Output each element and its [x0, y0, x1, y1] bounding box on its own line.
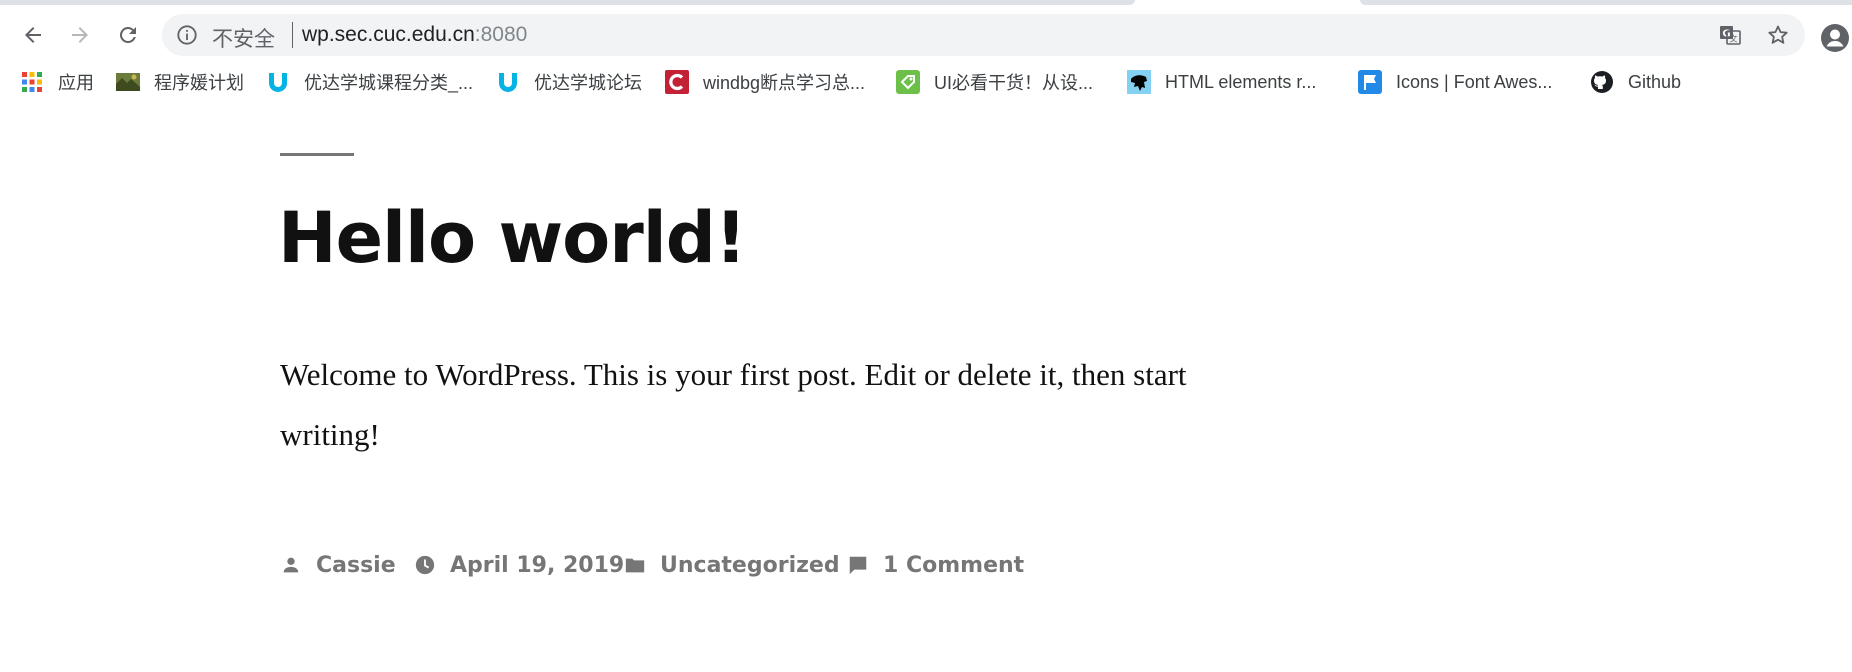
bookmark-label: Github	[1628, 71, 1682, 92]
address-bar[interactable]: 不安全 wp.sec.cuc.edu.cn:8080 G文	[162, 14, 1805, 56]
forward-button[interactable]	[62, 17, 98, 53]
post-date-link[interactable]: April 19, 2019	[414, 548, 624, 582]
bookmark-item[interactable]: Icons | Font Awes...	[1358, 66, 1552, 98]
omnibox-divider	[292, 22, 293, 48]
bookmark-item[interactable]: 优达学城课程分类_...	[266, 66, 473, 98]
bookmark-label: 优达学城论坛	[534, 73, 642, 93]
clock-icon	[415, 555, 435, 575]
bookmark-item[interactable]: 程序媛计划	[116, 66, 244, 98]
post-author-link[interactable]: Cassie	[280, 548, 396, 582]
post-category-link[interactable]: Uncategorized	[624, 548, 840, 582]
translate-icon[interactable]: G文	[1718, 23, 1742, 47]
post-comments: 1 Comment	[883, 552, 1025, 578]
arrow-right-icon	[72, 27, 88, 43]
post-author: Cassie	[316, 552, 396, 578]
browser-toolbar: 不安全 wp.sec.cuc.edu.cn:8080 G文	[0, 5, 1852, 62]
post-content: Welcome to WordPress. This is your first…	[280, 357, 1187, 452]
bookmarks-bar: 应用 程序媛计划 优达学城课程分类_... 优达学城论坛 windbg断点学习总…	[0, 62, 1852, 102]
apps-grid-icon	[20, 70, 44, 94]
info-icon[interactable]	[176, 24, 198, 46]
flag-icon	[1358, 70, 1382, 94]
bookmark-label: 优达学城课程分类_...	[304, 73, 474, 93]
udacity-icon	[266, 70, 290, 94]
bookmark-item[interactable]: HTML elements r...	[1127, 66, 1316, 98]
url-host: wp.sec.cuc.edu.cn	[302, 23, 475, 46]
back-button[interactable]	[15, 17, 51, 53]
bookmark-label: Icons | Font Awes...	[1396, 71, 1553, 92]
bookmark-label: 程序媛计划	[154, 73, 244, 93]
post-category: Uncategorized	[660, 552, 840, 578]
post-comments-link[interactable]: 1 Comment	[847, 548, 1024, 582]
profile-avatar-icon[interactable]	[1820, 23, 1850, 53]
bookmark-star-icon[interactable]	[1766, 23, 1790, 47]
folder-icon	[625, 558, 645, 573]
security-label[interactable]: 不安全	[212, 23, 275, 53]
post-date: April 19, 2019	[450, 552, 625, 578]
mdn-dino-icon	[1127, 70, 1151, 94]
arrow-left-icon	[25, 27, 41, 43]
url-text[interactable]: wp.sec.cuc.edu.cn:8080	[302, 23, 527, 47]
landscape-favicon	[116, 70, 140, 94]
github-icon	[1590, 70, 1614, 94]
csdn-icon	[665, 70, 689, 94]
post-title[interactable]: Hello world!	[278, 193, 747, 283]
bookmark-label: 应用	[58, 73, 94, 93]
comment-icon	[849, 556, 867, 575]
udacity-icon	[496, 70, 520, 94]
bookmark-label: HTML elements r...	[1165, 71, 1317, 92]
bookmark-item[interactable]: Github	[1590, 66, 1681, 98]
url-port: :8080	[474, 23, 528, 46]
bookmark-item[interactable]: 优达学城论坛	[496, 66, 642, 98]
bookmark-apps[interactable]: 应用	[20, 66, 94, 98]
reload-icon	[120, 26, 136, 43]
reload-button[interactable]	[110, 17, 146, 53]
bookmark-item[interactable]: windbg断点学习总...	[665, 66, 865, 98]
bookmark-label: windbg断点学习总...	[703, 73, 866, 93]
svg-text:文: 文	[1730, 34, 1738, 44]
title-separator	[280, 153, 354, 156]
bookmark-item[interactable]: UI必看干货！从设...	[896, 66, 1093, 98]
bookmark-label: UI必看干货！从设...	[934, 73, 1094, 93]
tag-icon	[896, 70, 920, 94]
person-icon	[283, 557, 299, 573]
